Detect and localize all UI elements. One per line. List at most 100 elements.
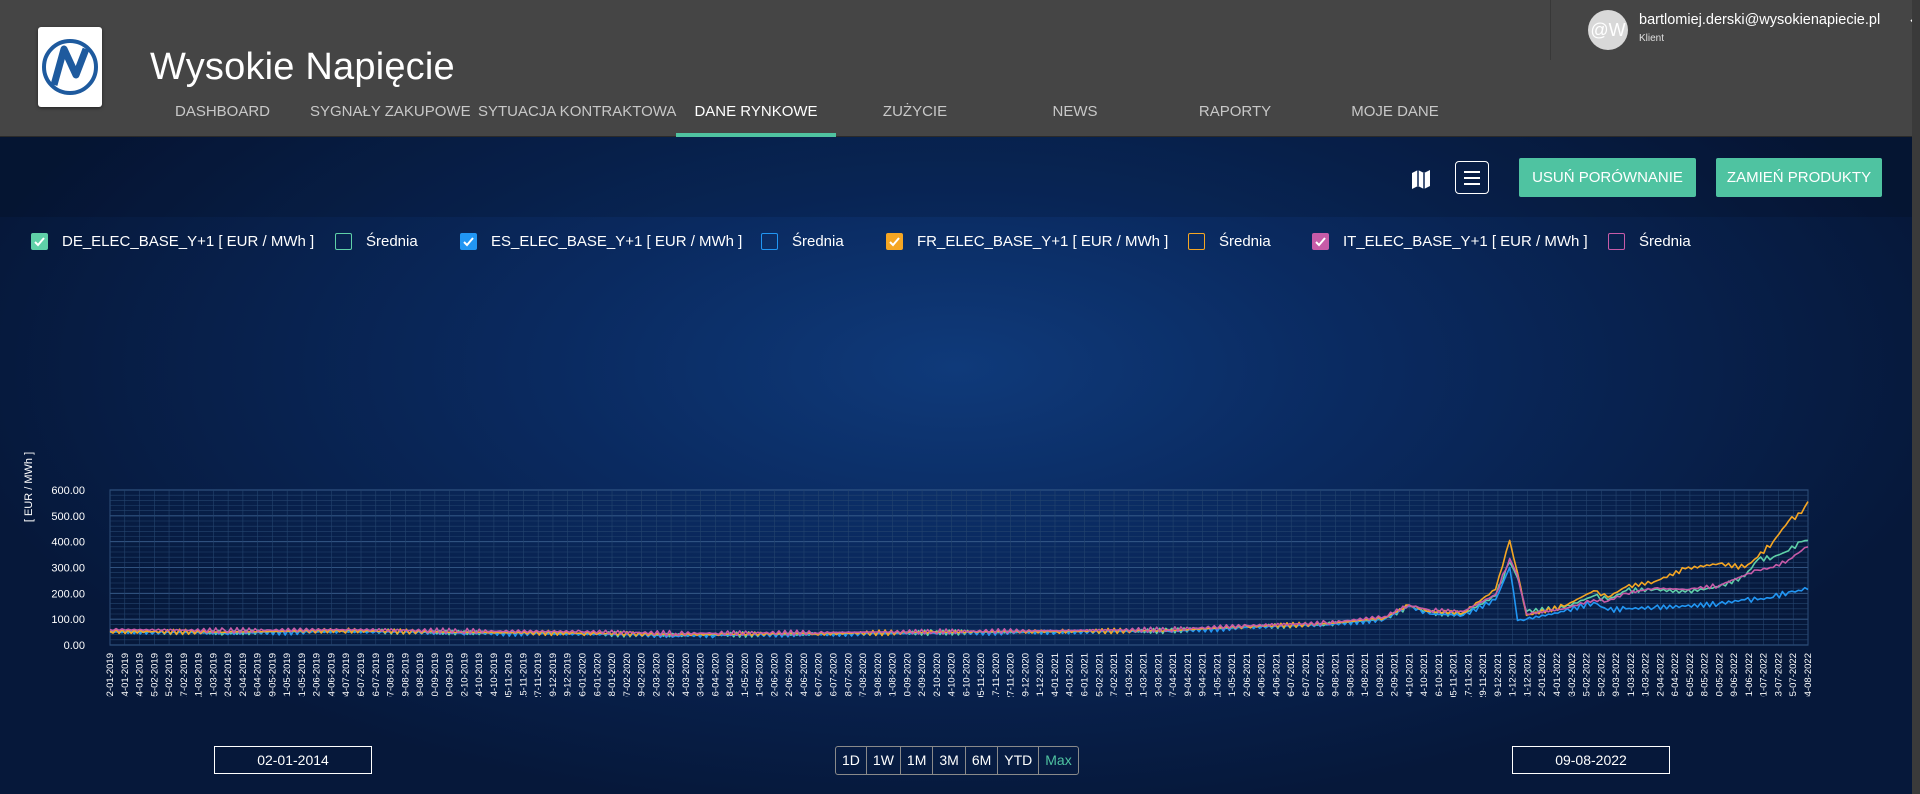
x-tick-label: 26-04-2022 — [1670, 653, 1681, 697]
x-tick-label: 31-08-2021 — [1360, 653, 1371, 697]
x-tick-label: 15-02-2019 — [164, 653, 175, 697]
x-tick-label: 12-04-2019 — [238, 653, 249, 697]
end-date-input[interactable] — [1512, 746, 1670, 774]
x-tick-label: 28-04-2020 — [725, 653, 736, 697]
x-axis-ticks: 02-01-2019 14-01-2019 24-01-2019 05-02-2019… — [105, 653, 1814, 697]
start-date-input[interactable] — [214, 746, 372, 774]
x-tick-label: 26-07-2019 — [371, 653, 382, 697]
x-tick-label: 10-09-2021 — [1375, 653, 1386, 697]
main-content: USUŃ PORÓWNANIE ZAMIEŃ PRODUKTY DE_ELEC_… — [0, 137, 1912, 794]
checkbox-de-avg[interactable] — [335, 233, 352, 250]
x-tick-label: 09-05-2019 — [267, 653, 278, 697]
x-tick-label: 09-03-2022 — [1611, 653, 1622, 697]
legend-label: Średnia — [366, 233, 418, 250]
x-tick-label: 21-05-2020 — [755, 653, 766, 697]
y-tick-label: 300.00 — [51, 563, 85, 575]
x-tick-label: 14-01-2019 — [120, 653, 131, 697]
range-3m-button[interactable]: 3M — [933, 747, 966, 774]
series-line[interactable] — [109, 501, 1809, 637]
x-tick-label: 14-10-2019 — [474, 653, 485, 697]
remove-compare-button[interactable]: USUŃ PORÓWNANIE — [1519, 158, 1696, 197]
x-tick-label: 21-12-2021 — [1508, 653, 1519, 697]
checkmark-icon — [34, 237, 45, 247]
x-tick-label: 26-10-2020 — [961, 653, 972, 697]
x-tick-label: 18-05-2022 — [1700, 653, 1711, 697]
range-1m-button[interactable]: 1M — [901, 747, 934, 774]
x-tick-label: 06-05-2022 — [1685, 653, 1696, 697]
nav-raporty[interactable]: RAPORTY — [1195, 96, 1275, 137]
x-tick-label: 02-03-2020 — [651, 653, 662, 697]
legend-label: FR_ELEC_BASE_Y+1 [ EUR / MWh ] — [917, 233, 1169, 250]
range-ytd-button[interactable]: YTD — [998, 747, 1040, 774]
checkbox-es[interactable] — [460, 233, 477, 250]
y-tick-label: 400.00 — [51, 537, 85, 549]
x-tick-label: 27-11-2020 — [1006, 653, 1017, 697]
x-tick-label: 14-06-2021 — [1257, 653, 1268, 697]
swap-products-button[interactable]: ZAMIEŃ PRODUKTY — [1716, 158, 1882, 197]
x-tick-label: 02-01-2019 — [105, 653, 116, 697]
checkmark-icon — [889, 237, 900, 247]
x-tick-label: 31-08-2020 — [888, 653, 899, 697]
legend-label: Średnia — [1639, 233, 1691, 250]
x-tick-label: 26-04-2019 — [253, 653, 264, 697]
x-tick-label: 23-03-2021 — [1153, 653, 1164, 697]
range-1w-button[interactable]: 1W — [867, 747, 901, 774]
top-header: Wysokie Napięcie DASHBOARD SYGNAŁY ZAKUP… — [0, 0, 1920, 137]
nav-sytuacja-kontraktowa[interactable]: SYTUACJA KONTRAKTOWA — [478, 96, 676, 137]
x-tick-label: 11-05-2020 — [740, 653, 751, 697]
checkbox-fr[interactable] — [886, 233, 903, 250]
nav-dashboard[interactable]: DASHBOARD — [175, 96, 270, 137]
nav-news[interactable]: NEWS — [1040, 96, 1110, 137]
logo[interactable] — [38, 27, 102, 107]
x-tick-label: 02-10-2020 — [932, 653, 943, 697]
x-tick-label: 21-03-2022 — [1626, 653, 1637, 697]
nav-zuzycie[interactable]: ZUŻYCIE — [875, 96, 955, 137]
nav-moje-dane[interactable]: MOJE DANE — [1350, 96, 1440, 137]
x-tick-label: 02-04-2019 — [223, 653, 234, 697]
x-tick-label: 12-04-2022 — [1655, 653, 1666, 697]
x-tick-label: 19-02-2020 — [637, 653, 648, 697]
x-tick-label: 12-06-2019 — [312, 653, 323, 697]
checkmark-icon — [1315, 237, 1326, 247]
x-tick-label: 24-06-2019 — [326, 653, 337, 697]
x-tick-label: 26-10-2021 — [1434, 653, 1445, 697]
hamburger-menu-icon[interactable] — [1455, 161, 1489, 194]
user-menu[interactable]: @W bartlomiej.derski@wysokienapiecie.pl … — [1550, 0, 1920, 60]
x-tick-label: 02-06-2020 — [769, 653, 780, 697]
range-max-button[interactable]: Max — [1039, 747, 1077, 774]
nav-sygnaly-zakupowe[interactable]: SYGNAŁY ZAKUPOWE — [310, 96, 471, 137]
x-tick-label: 09-12-2019 — [548, 653, 559, 697]
x-tick-label: 07-02-2020 — [622, 653, 633, 697]
x-tick-label: 09-06-2022 — [1729, 653, 1740, 697]
x-tick-label: 29-08-2019 — [415, 653, 426, 697]
range-1d-button[interactable]: 1D — [836, 747, 867, 774]
x-tick-label: 11-05-2021 — [1212, 653, 1223, 697]
x-tick-label: 14-10-2020 — [947, 653, 958, 697]
checkbox-fr-avg[interactable] — [1188, 233, 1205, 250]
toolbar: USUŃ PORÓWNANIE ZAMIEŃ PRODUKTY — [0, 137, 1912, 217]
checkbox-es-avg[interactable] — [761, 233, 778, 250]
checkbox-it-avg[interactable] — [1608, 233, 1625, 250]
x-tick-label: 28-01-2020 — [607, 653, 618, 697]
user-email: bartlomiej.derski@wysokienapiecie.pl — [1639, 12, 1881, 28]
y-tick-label: 500.00 — [51, 511, 85, 523]
series-line[interactable] — [109, 546, 1809, 637]
x-tick-label: 16-01-2020 — [592, 653, 603, 697]
avatar[interactable]: @W — [1588, 10, 1628, 50]
app-title: Wysokie Napięcie — [150, 46, 455, 88]
checkbox-it[interactable] — [1312, 233, 1329, 250]
price-line-chart[interactable]: 0.00 100.00 200.00 300.00 400.00 500.00 600.00… — [0, 337, 1912, 697]
map-icon[interactable] — [1410, 168, 1432, 190]
nav-dane-rynkowe[interactable]: DANE RYNKOWE — [676, 96, 836, 137]
page-scrollbar[interactable] — [1912, 0, 1920, 794]
x-tick-label: 16-07-2019 — [356, 653, 367, 697]
x-tick-label: 11-03-2019 — [194, 653, 205, 697]
main-nav: DASHBOARD SYGNAŁY ZAKUPOWE SYTUACJA KONT… — [0, 96, 1500, 137]
x-tick-label: 22-09-2020 — [917, 653, 928, 697]
x-tick-label: 10-09-2020 — [902, 653, 913, 697]
range-6m-button[interactable]: 6M — [966, 747, 999, 774]
y-tick-label: 0.00 — [64, 640, 85, 652]
series-line[interactable] — [110, 539, 1809, 638]
checkbox-de[interactable] — [31, 233, 48, 250]
x-tick-label: 05-11-2021 — [1449, 653, 1460, 697]
